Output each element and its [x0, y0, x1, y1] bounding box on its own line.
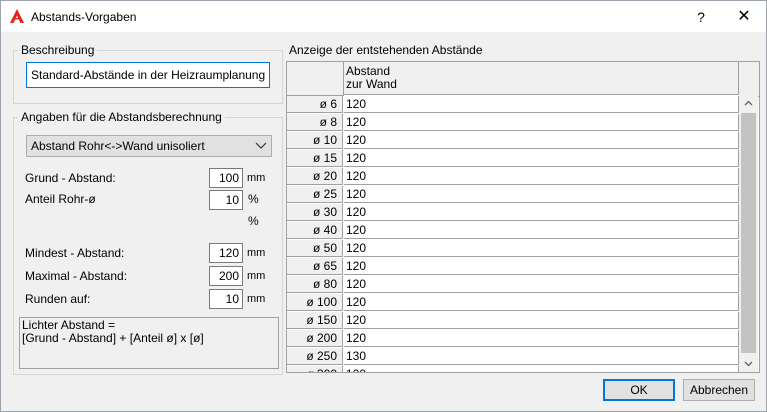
- anteil-input[interactable]: 10: [209, 190, 243, 210]
- grid-title: Anzeige der entstehenden Abstände: [289, 43, 483, 57]
- grid-corner: [287, 62, 344, 96]
- maximal-label: Maximal - Abstand:: [25, 269, 128, 283]
- table-row: ø 250 130: [287, 348, 739, 366]
- table-row: ø 10 120: [287, 132, 739, 150]
- row-header[interactable]: ø 250: [287, 348, 343, 365]
- title-bar[interactable]: Abstands-Vorgaben ? ✕: [1, 1, 766, 32]
- row-header[interactable]: ø 80: [287, 276, 343, 293]
- description-input[interactable]: Standard-Abstände in der Heizraumplanung: [26, 62, 270, 88]
- distance-cell[interactable]: 120: [344, 312, 739, 329]
- row-header[interactable]: ø 8: [287, 114, 343, 131]
- dialog-window: Abstands-Vorgaben ? ✕ Beschreibung Stand…: [0, 0, 767, 412]
- table-row: ø 300120: [287, 366, 739, 372]
- table-row: ø 20 120: [287, 168, 739, 186]
- ok-button[interactable]: OK: [603, 379, 675, 401]
- window-title: Abstands-Vorgaben: [31, 10, 137, 24]
- distance-cell[interactable]: 120: [344, 204, 739, 221]
- row-header[interactable]: ø 200: [287, 330, 343, 347]
- distance-cell[interactable]: 120: [344, 114, 739, 131]
- mindest-unit: mm: [247, 247, 266, 259]
- maximal-unit: mm: [247, 270, 266, 282]
- distance-cell[interactable]: 120: [344, 150, 739, 167]
- app-logo-icon: [10, 9, 24, 23]
- row-header[interactable]: ø 20: [287, 168, 343, 185]
- column-header-abstand[interactable]: Abstand zur Wand: [344, 62, 739, 95]
- formula-box: Lichter Abstand = [Grund - Abstand] + [A…: [19, 317, 279, 369]
- grid-rows: ø 6 120 ø 8 120 ø 10 120 ø 15 120 ø 20 120 ø 25 120…: [287, 96, 739, 372]
- table-row: ø 30 120: [287, 204, 739, 222]
- mindest-label: Mindest - Abstand:: [25, 246, 125, 260]
- mode-select-value: Abstand Rohr<->Wand unisoliert: [31, 139, 205, 153]
- table-row: ø 65 120: [287, 258, 739, 276]
- help-button[interactable]: ?: [691, 7, 711, 27]
- mindest-input[interactable]: 120: [209, 243, 243, 263]
- row-header[interactable]: ø 50: [287, 240, 343, 257]
- distance-cell[interactable]: 120: [344, 96, 739, 113]
- row-header[interactable]: ø 150: [287, 312, 343, 329]
- anteil-label: Anteil Rohr-ø: [25, 192, 96, 206]
- scroll-up-icon[interactable]: [743, 98, 754, 109]
- row-header[interactable]: ø 25: [287, 186, 343, 203]
- table-row: ø 150 120: [287, 312, 739, 330]
- distance-cell[interactable]: 120: [344, 222, 739, 239]
- table-row: ø 100 120: [287, 294, 739, 312]
- distance-cell[interactable]: 120: [344, 168, 739, 185]
- formula-line-2: [Grund - Abstand] + [Anteil ø] x [ø]: [22, 331, 204, 345]
- column-header-line-2: zur Wand: [346, 77, 397, 91]
- distance-cell[interactable]: 120: [344, 366, 739, 372]
- mode-select[interactable]: Abstand Rohr<->Wand unisoliert: [26, 135, 272, 157]
- distance-cell[interactable]: 120: [344, 186, 739, 203]
- close-button[interactable]: ✕: [734, 7, 754, 27]
- table-row: ø 15 120: [287, 150, 739, 168]
- anteil-unit: %: [248, 192, 259, 206]
- table-row: ø 8 120: [287, 114, 739, 132]
- runden-input[interactable]: 10: [209, 289, 243, 309]
- distance-cell[interactable]: 120: [344, 132, 739, 149]
- grund-label: Grund - Abstand:: [25, 171, 116, 185]
- table-row: ø 6 120: [287, 96, 739, 114]
- distance-cell[interactable]: 120: [344, 240, 739, 257]
- distance-cell[interactable]: 130: [344, 348, 739, 365]
- distance-cell[interactable]: 120: [344, 276, 739, 293]
- row-header[interactable]: ø 300: [287, 366, 343, 372]
- distance-cell[interactable]: 120: [344, 258, 739, 275]
- distance-cell[interactable]: 120: [344, 330, 739, 347]
- table-row: ø 25 120: [287, 186, 739, 204]
- distance-cell[interactable]: 120: [344, 294, 739, 311]
- vertical-scrollbar[interactable]: [739, 96, 758, 372]
- table-row: ø 200 120: [287, 330, 739, 348]
- row-header[interactable]: ø 15: [287, 150, 343, 167]
- description-group-label: Beschreibung: [18, 43, 98, 57]
- row-header[interactable]: ø 40: [287, 222, 343, 239]
- row-header[interactable]: ø 6: [287, 96, 343, 113]
- column-header-line-1: Abstand: [346, 64, 391, 78]
- table-row: ø 80 120: [287, 276, 739, 294]
- runden-unit: mm: [247, 293, 266, 305]
- runden-label: Runden auf:: [25, 292, 91, 306]
- calc-group-label: Angaben für die Abstandsberechnung: [18, 110, 225, 124]
- cancel-button[interactable]: Abbrechen: [683, 379, 755, 401]
- row-header[interactable]: ø 65: [287, 258, 343, 275]
- grund-input[interactable]: 100: [209, 168, 243, 188]
- distance-grid: Abstand zur Wand ø 6 120 ø 8 120 ø 10 120 ø 15…: [286, 61, 760, 373]
- maximal-input[interactable]: 200: [209, 266, 243, 286]
- row-header[interactable]: ø 100: [287, 294, 343, 311]
- scroll-down-icon[interactable]: [743, 358, 754, 369]
- table-row: ø 40 120: [287, 222, 739, 240]
- grund-unit: mm: [247, 172, 266, 184]
- chevron-down-icon: [255, 142, 267, 149]
- scrollbar-thumb[interactable]: [741, 113, 756, 353]
- row-header[interactable]: ø 10: [287, 132, 343, 149]
- grid-header-filler: [739, 62, 759, 97]
- row-header[interactable]: ø 30: [287, 204, 343, 221]
- table-row: ø 50 120: [287, 240, 739, 258]
- extra-percent-unit: %: [248, 214, 259, 228]
